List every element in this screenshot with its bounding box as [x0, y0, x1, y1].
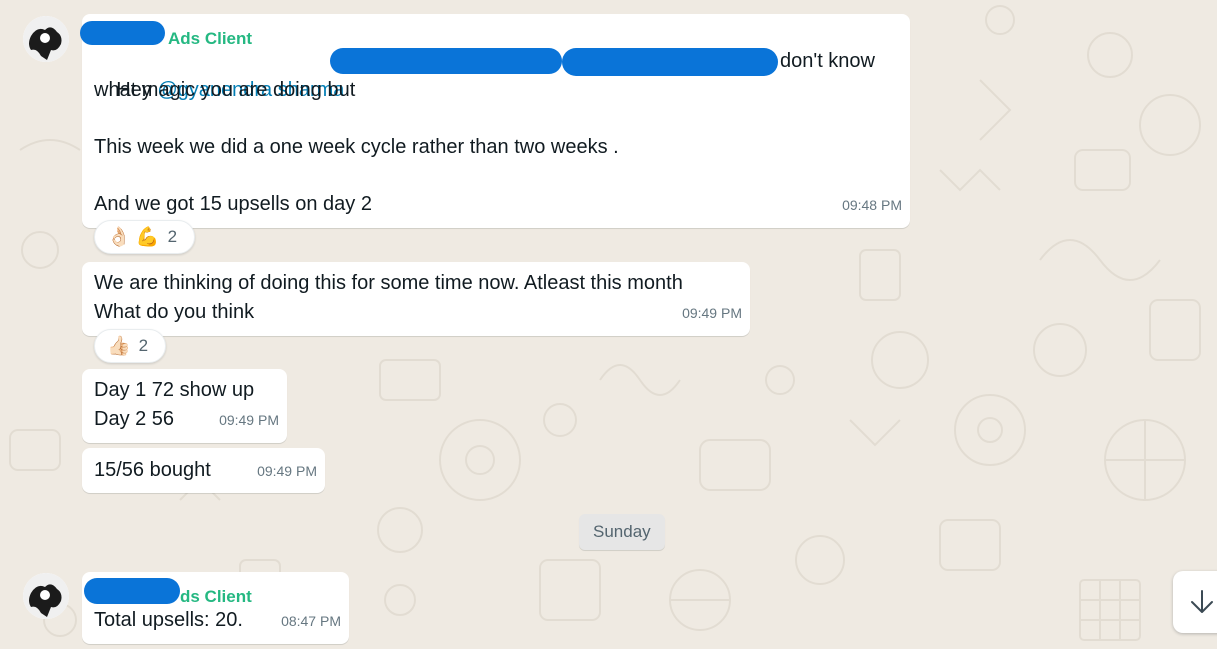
message-time: 09:48 PM — [842, 197, 902, 213]
message-line: What do you think — [94, 301, 255, 323]
message-line: 15/56 bought — [94, 459, 211, 481]
avatar[interactable] — [23, 16, 69, 62]
message-bubble[interactable]: Day 1 72 show up Day 2 56 09:49 PM — [82, 369, 287, 443]
redacted-name — [80, 21, 165, 45]
message-line: Day 2 56 — [94, 408, 175, 430]
message-bubble[interactable]: Ads Client Hey @gyanendra sharma don't k… — [80, 14, 910, 228]
message-time: 09:49 PM — [682, 305, 742, 321]
reaction-emojis: 👌🏻 💪 — [107, 226, 160, 248]
message-time: 09:49 PM — [257, 463, 317, 479]
message-line: This week we did a one week cycle rather… — [94, 136, 619, 158]
message-line: We are thinking of doing this for some t… — [94, 272, 683, 294]
message-bubble[interactable]: 15/56 bought 09:49 PM — [82, 448, 325, 493]
scroll-to-bottom-button[interactable] — [1173, 571, 1217, 633]
reactions-badge[interactable]: 👌🏻 💪 2 — [94, 220, 195, 254]
message-time: 09:49 PM — [219, 412, 279, 428]
message-line: And we got 15 upsells on day 2 — [94, 193, 372, 215]
redacted-text — [330, 48, 562, 74]
arrow-down-icon — [1191, 590, 1213, 613]
message-bubble[interactable]: ds Client Total upsells: 20. 08:47 PM — [82, 572, 349, 644]
message-bubble[interactable]: We are thinking of doing this for some t… — [82, 262, 750, 336]
avatar-icon — [23, 16, 69, 62]
redacted-name — [84, 578, 180, 604]
message-line: don't know — [780, 50, 875, 72]
message-line: Total upsells: 20. — [94, 609, 243, 631]
redacted-text — [562, 48, 778, 76]
message-time: 08:47 PM — [281, 613, 341, 629]
day-divider: Sunday — [579, 514, 665, 550]
reaction-count: 2 — [167, 227, 178, 246]
reactions-badge[interactable]: 👍🏻 2 — [94, 329, 166, 363]
reaction-emojis: 👍🏻 — [107, 335, 131, 357]
message-line: Day 1 72 show up — [94, 379, 255, 401]
avatar[interactable] — [23, 573, 69, 619]
reaction-count: 2 — [138, 336, 149, 355]
avatar-icon — [23, 573, 69, 619]
message-line: what magic you are doing but — [94, 79, 356, 101]
